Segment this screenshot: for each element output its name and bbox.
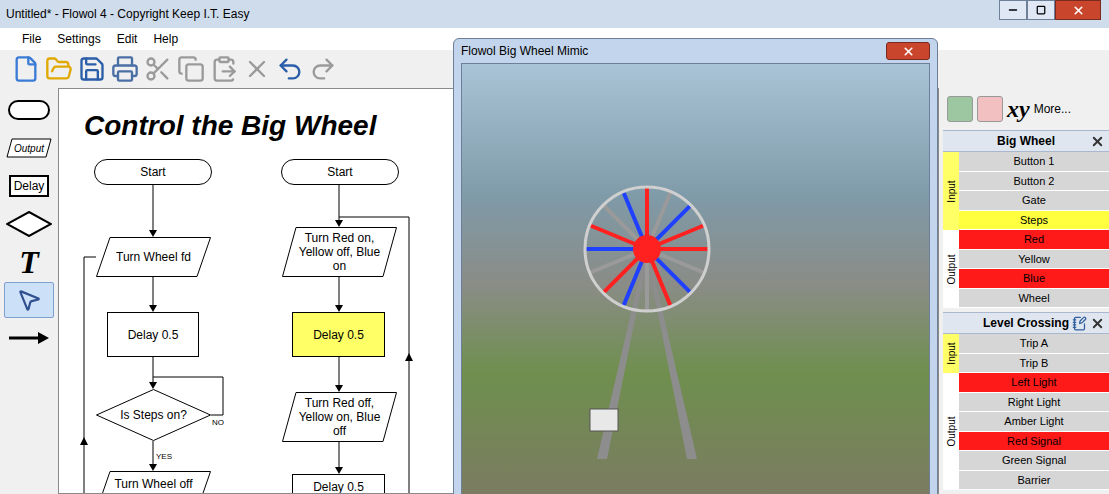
open-folder-icon[interactable] [45, 55, 73, 83]
scissors-icon[interactable] [144, 55, 172, 83]
minimize-button[interactable] [999, 0, 1027, 20]
palette-output-tool[interactable]: Output [4, 130, 54, 166]
save-icon[interactable] [78, 55, 106, 83]
copy-icon[interactable] [177, 55, 205, 83]
yes-label: YES [156, 451, 172, 463]
terminal-icon [8, 100, 50, 120]
close-icon [1072, 4, 1085, 17]
output-item[interactable]: Wheel [959, 289, 1109, 309]
menu-item[interactable]: Edit [117, 30, 138, 48]
printer-icon[interactable] [111, 55, 139, 83]
mimic-close-button[interactable] [886, 42, 930, 60]
diamond-icon [6, 211, 52, 237]
palette-pointer-tool[interactable] [4, 282, 54, 318]
menu-item[interactable]: Settings [57, 30, 100, 48]
maximize-button[interactable] [1027, 0, 1055, 20]
output-item[interactable]: Barrier [959, 471, 1109, 491]
flow-output-node[interactable]: Turn Red off, Yellow on, Blue off [282, 392, 397, 442]
maximize-icon [1036, 5, 1046, 15]
input-item[interactable]: Trip A [959, 334, 1109, 354]
notes-icon[interactable] [1072, 316, 1087, 331]
menu-item[interactable]: File [22, 30, 41, 48]
output-group: OutputRedYellowBlueWheel [943, 230, 1109, 308]
title-bar: Untitled* - Flowol 4 - Copyright Keep I.… [0, 0, 1109, 28]
canvas-title[interactable]: Control the Big Wheel [84, 105, 376, 147]
close-icon[interactable] [1090, 316, 1105, 331]
flow-decision-node[interactable]: Is Steps on? [96, 389, 211, 441]
new-file-icon[interactable] [12, 55, 40, 83]
menu-item[interactable]: Help [153, 30, 178, 48]
input-item[interactable]: Gate [959, 191, 1109, 211]
big-wheel-drawing [572, 164, 722, 464]
app-window: Untitled* - Flowol 4 - Copyright Keep I.… [0, 0, 1109, 494]
device-header: Level Crossing [943, 312, 1109, 334]
mimic-title-bar: Flowol Big Wheel Mimic [461, 39, 930, 63]
flow-start-node[interactable]: Start [281, 159, 399, 185]
close-icon[interactable] [1090, 134, 1105, 149]
output-item[interactable]: Green Signal [959, 451, 1109, 471]
output-item[interactable]: Blue [959, 269, 1109, 289]
output-item[interactable]: Yellow [959, 250, 1109, 270]
input-item[interactable]: Button 1 [959, 152, 1109, 172]
palette-arrow-tool[interactable] [4, 320, 54, 356]
minimize-icon [1007, 4, 1019, 16]
output-group: OutputLeft LightRight LightAmber LightRe… [943, 373, 1109, 490]
device-section: Big WheelInputButton 1Button 2GateStepsO… [943, 130, 1109, 308]
undo-icon[interactable] [276, 55, 304, 83]
flow-output-node[interactable]: Turn Red on, Yellow off, Blue on [282, 227, 397, 277]
no-label: NO [212, 417, 224, 429]
input-group: InputTrip ATrip B [943, 334, 1109, 373]
more-button[interactable]: More... [1034, 100, 1071, 118]
close-button[interactable] [1055, 0, 1101, 20]
seaside-photo [461, 63, 930, 494]
level-crossing-mimic-icon[interactable] [977, 96, 1003, 122]
delete-icon[interactable] [243, 55, 271, 83]
redo-icon[interactable] [309, 55, 337, 83]
mimic-window[interactable]: Flowol Big Wheel Mimic [453, 38, 938, 494]
flow-start-node[interactable]: Start [94, 159, 212, 185]
arrow-icon [8, 331, 50, 345]
flow-output-node[interactable]: Turn Wheel fd [96, 237, 211, 277]
shape-palette: OutputDelay T [0, 88, 58, 494]
flow-delay-node[interactable]: Delay 0.5 [292, 474, 385, 494]
flow-output-node[interactable]: Turn Wheel off [96, 471, 211, 494]
mimic-selector: xyMore... [943, 88, 1109, 130]
palette-delay-tool[interactable]: Delay [4, 168, 54, 204]
device-panel: xyMore...Big WheelInputButton 1Button 2G… [943, 88, 1109, 494]
paste-icon[interactable] [210, 55, 238, 83]
output-item[interactable]: Left Light [959, 373, 1109, 393]
big-wheel-mimic-icon[interactable] [947, 96, 973, 122]
input-item[interactable]: Button 2 [959, 172, 1109, 192]
window-title: Untitled* - Flowol 4 - Copyright Keep I.… [6, 5, 249, 23]
flow-delay-node[interactable]: Delay 0.5 [292, 312, 385, 357]
output-item[interactable]: Red [959, 230, 1109, 250]
device-header: Big Wheel [943, 130, 1109, 152]
device-section: Level CrossingInputTrip ATrip BOutputLef… [943, 312, 1109, 490]
close-icon [902, 45, 915, 58]
palette-decision-tool[interactable] [4, 206, 54, 242]
input-item[interactable]: Trip B [959, 354, 1109, 374]
output-item[interactable]: Amber Light [959, 412, 1109, 432]
flow-delay-node[interactable]: Delay 0.5 [107, 312, 199, 357]
output-item[interactable]: Red Signal [959, 432, 1109, 452]
palette-start-tool[interactable] [4, 92, 54, 128]
output-item[interactable]: Right Light [959, 393, 1109, 413]
input-group: InputButton 1Button 2GateSteps [943, 152, 1109, 230]
pointer-icon [16, 287, 42, 313]
xy-button[interactable]: xy [1007, 97, 1030, 121]
palette-text-tool[interactable]: T [4, 244, 54, 280]
input-item[interactable]: Steps [959, 211, 1109, 231]
